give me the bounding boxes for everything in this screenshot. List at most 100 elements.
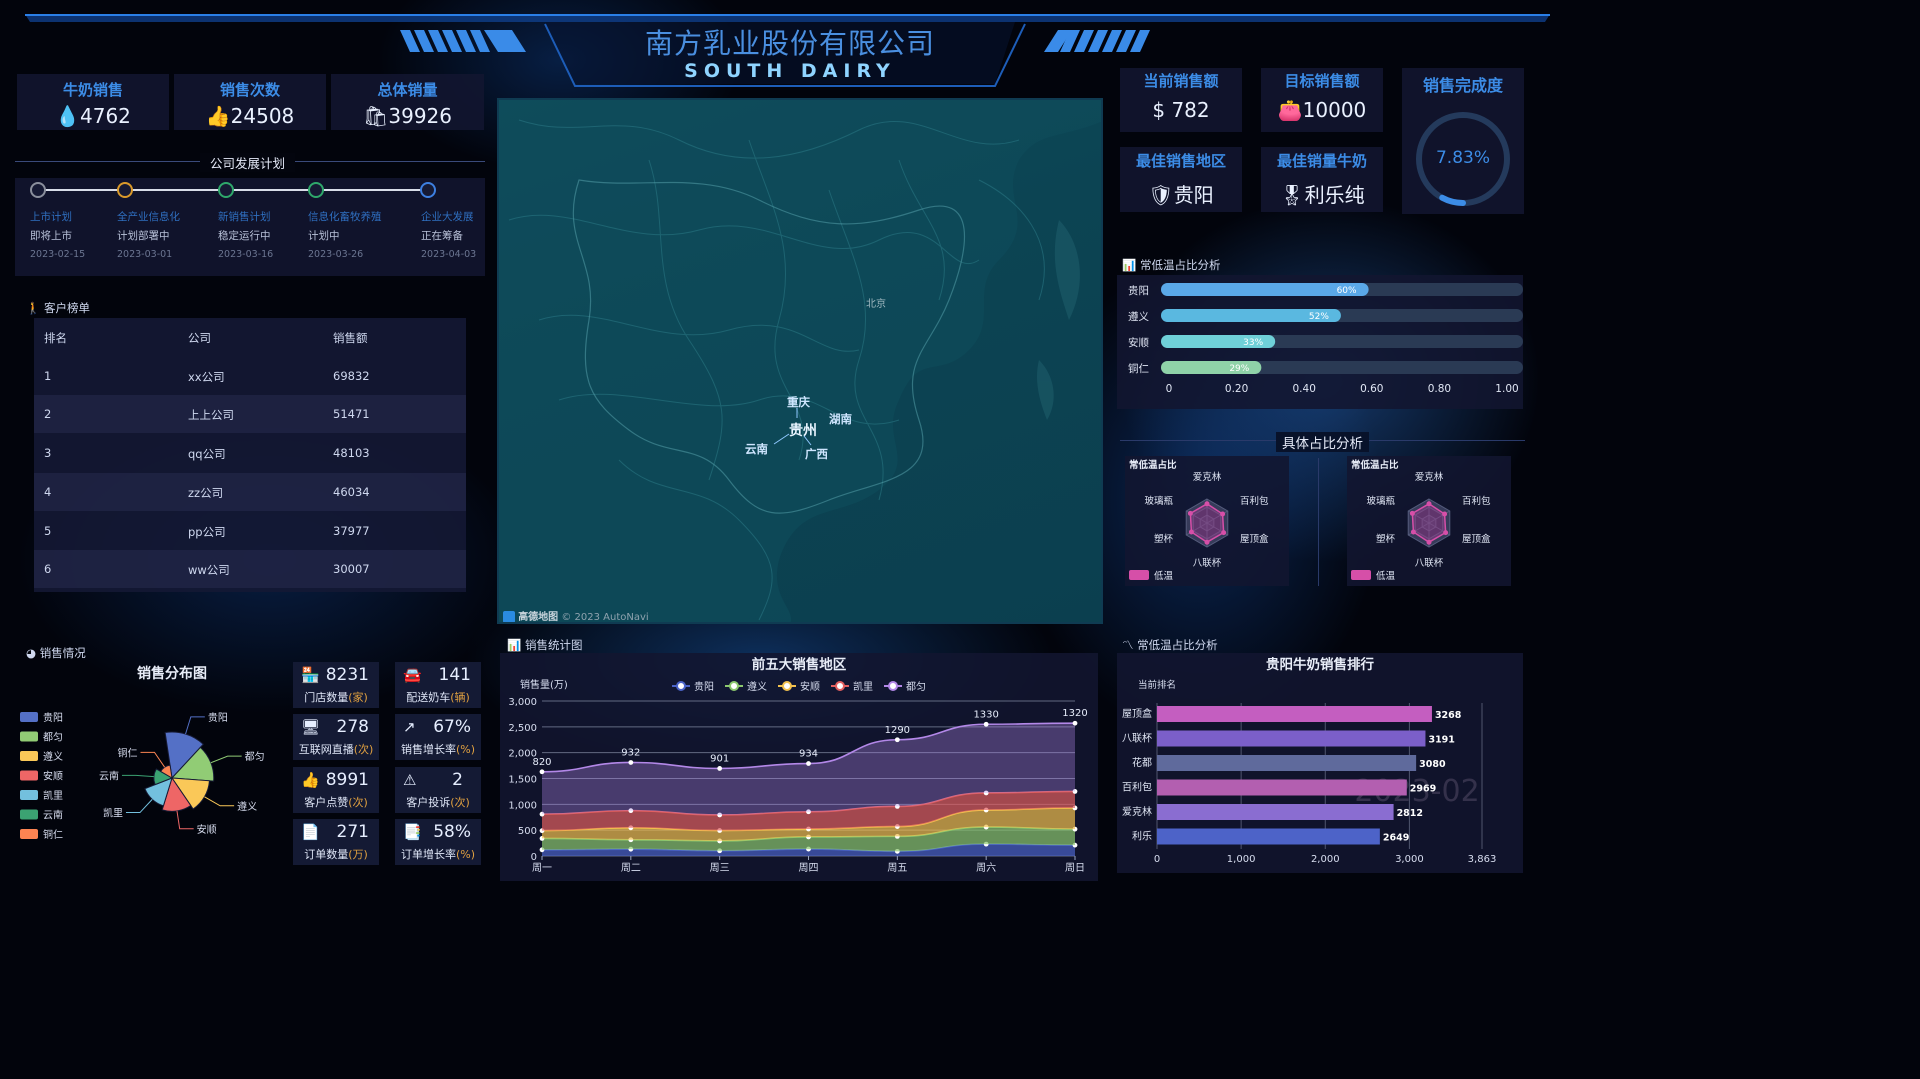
legend-label: 贵阳 [694, 680, 714, 693]
slice-leader-line [204, 796, 235, 807]
kpi-label: 门店数量 [304, 691, 349, 704]
table-cell: 37977 [333, 524, 370, 538]
legend-label: 都匀 [43, 732, 63, 744]
legend-marker [835, 681, 845, 691]
map-view[interactable]: 北京 重庆 湖南 贵州 云南 广西 高德地图 © 2023 AutoNavi [497, 98, 1103, 624]
slice-leader-line [125, 799, 153, 814]
customer-table [34, 318, 466, 592]
stat-title: 最佳销量牛奶 [1276, 152, 1367, 170]
series-point [717, 766, 723, 771]
timeline-dot [30, 182, 46, 198]
temp-bar-chart: 贵阳 60% 遵义 52% 安顺 33% 铜仁 29% 0 0.20 0.40 0.60 0.80 1.0… [1128, 283, 1523, 395]
slice-label: 贵阳 [208, 711, 228, 724]
legend-marker [888, 681, 898, 691]
x-tick-label: 0.80 [1428, 383, 1451, 395]
kpi-vehicles: 🚘 141 配送奶车(辆) [395, 662, 481, 708]
series-point [628, 760, 634, 765]
bar [1157, 779, 1407, 796]
y-tick-label: 500 [518, 826, 537, 837]
radar-indicator-label: 百利包 [1462, 495, 1491, 507]
series-point [894, 737, 900, 743]
x-tick-label: 周四 [799, 862, 819, 874]
radar-point [1188, 529, 1194, 535]
kpi-label: 订单增长率 [400, 848, 456, 861]
chart-subtitle: 当前排名 [1138, 679, 1176, 691]
radar-separator [1318, 458, 1319, 586]
stats-section-title: 📊 销售统计图 [507, 638, 583, 652]
plan-item-date: 2023-03-26 [308, 249, 364, 260]
table-header: 公司 [188, 331, 211, 345]
bar-category-label: 百利包 [1122, 781, 1152, 794]
page-subtitle: SOUTH DAIRY [684, 60, 896, 82]
x-tick-label: 0.20 [1225, 383, 1248, 395]
radar-indicator-label: 爱克林 [1193, 471, 1222, 483]
monitor-icon: 🖥 [301, 718, 321, 736]
thumbs-up-icon: 👍 [301, 771, 320, 789]
table-row-band [34, 473, 466, 511]
table-header: 销售额 [333, 331, 368, 345]
bar [1157, 706, 1432, 722]
bar-value-label: 2969 [1410, 784, 1436, 795]
car-icon: 🚘 [403, 666, 422, 684]
stat-milk-sales: 牛奶销售 💧4762 [17, 74, 169, 130]
slice-label: 遵义 [237, 800, 257, 813]
legend-label: 云南 [43, 809, 63, 822]
bar-value-label: 60% [1337, 286, 1357, 296]
radar-point [1426, 539, 1432, 545]
legend-swatch [20, 731, 38, 742]
stat-best-milk: 最佳销量牛奶 🎖利乐纯 [1261, 147, 1383, 212]
kpi-label: 销售增长率 [400, 743, 456, 756]
plan-item-date: 2023-02-15 [30, 249, 86, 260]
bar-value-label: 2649 [1383, 833, 1409, 844]
shield-icon: 🛡 [1148, 183, 1174, 207]
timeline-dot [308, 182, 324, 198]
slice-label: 铜仁 [117, 747, 137, 759]
table-row-band [34, 550, 466, 588]
legend-swatch [20, 829, 38, 839]
table-cell: 51471 [333, 407, 370, 421]
chart-title: 常低温占比 [1129, 459, 1177, 471]
table-row-band [34, 395, 466, 433]
series-point [539, 769, 545, 775]
kpi-label: 订单数量 [304, 848, 349, 861]
table-header: 排名 [44, 331, 67, 345]
table-cell: 30007 [333, 562, 370, 576]
table-cell: 69832 [333, 369, 370, 383]
x-tick-label: 周一 [532, 862, 552, 874]
trend-line-icon: 〽 [1122, 638, 1134, 652]
thumbs-up-icon: 👍 [205, 104, 231, 128]
x-tick-label: 0 [1166, 383, 1173, 395]
rank-section-title: 〽 常低温占比分析 [1122, 638, 1218, 652]
slice-leader-line [140, 751, 166, 768]
bar-category-label: 利乐 [1132, 831, 1152, 843]
y-tick-label: 1,000 [508, 800, 537, 811]
kpi-value: 271 [336, 822, 369, 842]
radar-point [1426, 501, 1432, 507]
document-icon: 📄 [301, 823, 320, 841]
table-cell: 48103 [333, 446, 370, 460]
kpi-value: 58% [433, 822, 471, 842]
bar [1157, 730, 1426, 747]
radar-point [1409, 510, 1415, 516]
table-cell: 6 [44, 562, 52, 576]
completion-value: 7.83% [1435, 148, 1490, 168]
kpi-stores: 🏪 8231 门店数量(家) [293, 662, 379, 708]
data-label: 1330 [973, 709, 998, 720]
timeline-dot [117, 182, 133, 198]
kpi-unit: (辆) [450, 691, 470, 704]
gauge-progress [1439, 194, 1466, 206]
kpi-growth: ↗ 67% 销售增长率(%) [395, 714, 481, 760]
chart-title: 常低温占比 [1351, 459, 1399, 471]
trend-up-icon: ↗ [403, 718, 416, 736]
kpi-value: 8231 [325, 665, 369, 685]
stat-value: 782 [1171, 98, 1210, 122]
bar-category-label: 屋顶盒 [1122, 707, 1152, 720]
legend-swatch [20, 770, 38, 781]
y-tick-label: 1,500 [508, 775, 537, 786]
radar-indicator-label: 八联杯 [1415, 557, 1444, 569]
timeline-dot [420, 182, 436, 198]
kpi-unit: (家) [348, 691, 368, 704]
radar-point [1220, 511, 1226, 517]
y-axis-label: 销售量(万) [520, 678, 568, 691]
kpi-value: 8991 [325, 770, 369, 790]
